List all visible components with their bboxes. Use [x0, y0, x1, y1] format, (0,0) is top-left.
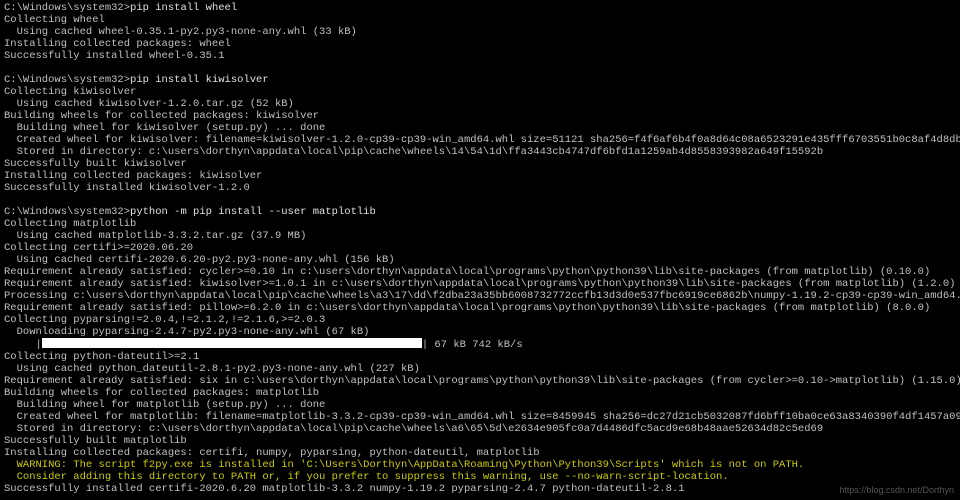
warning-line: Consider adding this directory to PATH o…: [4, 471, 956, 483]
output-line: Successfully installed wheel-0.35.1: [4, 50, 956, 62]
output-line: Stored in directory: c:\users\dorthyn\ap…: [4, 146, 956, 158]
output-line: Successfully installed certifi-2020.6.20…: [4, 483, 956, 495]
output-line: Collecting matplotlib: [4, 218, 956, 230]
warning-line: WARNING: The script f2py.exe is installe…: [4, 459, 956, 471]
prompt-line: C:\Windows\system32>python -m pip instal…: [4, 206, 956, 218]
progress-line: | | 67 kB 742 kB/s: [4, 338, 956, 351]
output-line: Using cached matplotlib-3.3.2.tar.gz (37…: [4, 230, 956, 242]
progress-suffix: | 67 kB 742 kB/s: [422, 339, 523, 351]
output-line: Using cached python_dateutil-2.8.1-py2.p…: [4, 363, 956, 375]
command: pip install kiwisolver: [130, 74, 269, 86]
terminal-output[interactable]: C:\Windows\system32>pip install wheel Co…: [0, 0, 960, 497]
output-line: Requirement already satisfied: six in c:…: [4, 375, 956, 387]
output-line: Using cached certifi-2020.6.20-py2.py3-n…: [4, 254, 956, 266]
prompt-line: C:\Windows\system32>pip install wheel: [4, 2, 956, 14]
output-line: Building wheel for kiwisolver (setup.py)…: [4, 122, 956, 134]
output-line: Requirement already satisfied: kiwisolve…: [4, 278, 956, 290]
output-line: Installing collected packages: wheel: [4, 38, 956, 50]
output-line: Collecting certifi>=2020.06.20: [4, 242, 956, 254]
output-line: Successfully built kiwisolver: [4, 158, 956, 170]
output-line: Requirement already satisfied: cycler>=0…: [4, 266, 956, 278]
command: python -m pip install --user matplotlib: [130, 206, 376, 218]
watermark: https://blog.csdn.net/Dorthyn: [839, 484, 954, 496]
output-line: Downloading pyparsing-2.4.7-py2.py3-none…: [4, 326, 956, 338]
output-line: Successfully built matplotlib: [4, 435, 956, 447]
output-line: Collecting python-dateutil>=2.1: [4, 351, 956, 363]
output-line: Stored in directory: c:\users\dorthyn\ap…: [4, 423, 956, 435]
output-line: Collecting wheel: [4, 14, 956, 26]
progress-prefix: |: [4, 339, 42, 351]
output-line: Building wheels for collected packages: …: [4, 387, 956, 399]
output-line: Installing collected packages: kiwisolve…: [4, 170, 956, 182]
output-line: Collecting pyparsing!=2.0.4,!=2.1.2,!=2.…: [4, 314, 956, 326]
prompt: C:\Windows\system32>: [4, 74, 130, 86]
command: pip install wheel: [130, 2, 237, 14]
output-line: Building wheels for collected packages: …: [4, 110, 956, 122]
output-line: Using cached wheel-0.35.1-py2.py3-none-a…: [4, 26, 956, 38]
blank-line: [4, 62, 956, 74]
blank-line: [4, 194, 956, 206]
prompt-line: C:\Windows\system32>pip install kiwisolv…: [4, 74, 956, 86]
output-line: Created wheel for kiwisolver: filename=k…: [4, 134, 956, 146]
output-line: Requirement already satisfied: pillow>=6…: [4, 302, 956, 314]
progress-bar: [42, 338, 422, 350]
prompt: C:\Windows\system32>: [4, 206, 130, 218]
output-line: Collecting kiwisolver: [4, 86, 956, 98]
output-line: Successfully installed kiwisolver-1.2.0: [4, 182, 956, 194]
output-line: Building wheel for matplotlib (setup.py)…: [4, 399, 956, 411]
prompt: C:\Windows\system32>: [4, 2, 130, 14]
output-line: Using cached kiwisolver-1.2.0.tar.gz (52…: [4, 98, 956, 110]
output-line: Installing collected packages: certifi, …: [4, 447, 956, 459]
progress-fill: [42, 338, 422, 348]
output-line: Processing c:\users\dorthyn\appdata\loca…: [4, 290, 956, 302]
output-line: Created wheel for matplotlib: filename=m…: [4, 411, 956, 423]
